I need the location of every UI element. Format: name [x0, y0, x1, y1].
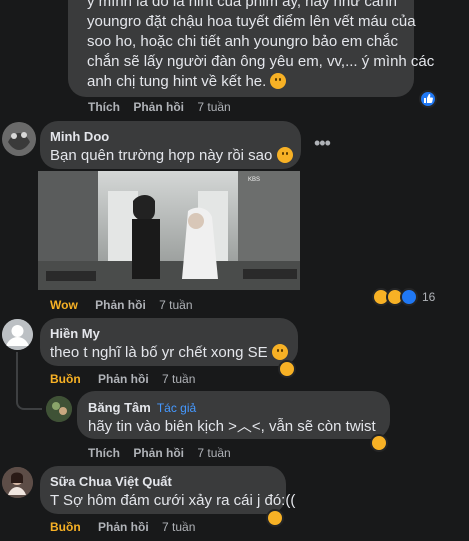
comment-text: hãy tin vào biên kịch >︿<, vẫn sẽ còn tw… [88, 418, 376, 435]
timestamp: 7 tuần [159, 298, 193, 312]
comment-top-meta: Thích Phản hồi 7 tuần [88, 100, 231, 114]
comment-text: Bạn quên trường hợp này rồi sao [50, 146, 293, 166]
reaction-count: 16 [422, 290, 436, 304]
media-watermark: KBS [247, 177, 260, 183]
sad-emoji-icon [276, 147, 293, 163]
timestamp: 7 tuần [197, 446, 231, 460]
like-button[interactable]: Thích [88, 100, 120, 114]
reply-button[interactable]: Phản hồi [98, 372, 149, 386]
comment-top-line-3: soo ho, hoặc chi tiết anh youngro bảo em… [87, 33, 399, 50]
comment-text: theo t nghĩ là bố yr chết xong SE [50, 343, 288, 363]
reply-button[interactable]: Phản hồi [133, 100, 184, 114]
comment-text: T Sợ hôm đám cưới xảy ra cái j đó:(( [50, 492, 296, 509]
avatar[interactable] [46, 396, 72, 422]
sad-emoji-icon [271, 344, 288, 360]
thread-line [16, 352, 18, 402]
comment-top-line-5: anh chị tung hint về kết he. [87, 72, 287, 92]
reply-button[interactable]: Phản hồi [95, 298, 146, 312]
comment-top-line-2: youngro đặt chậu hoa tuyết điểm lên vết … [87, 13, 416, 30]
comment-meta: Buồn Phản hồi 7 tuần [50, 372, 195, 386]
avatar[interactable] [2, 319, 33, 350]
avatar[interactable] [2, 467, 33, 498]
thread-line-branch [16, 400, 42, 410]
like-icon [400, 288, 418, 306]
author-badge: Tác giả [156, 401, 197, 415]
wow-reaction-button[interactable]: Wow [50, 298, 78, 312]
comment-media-image[interactable]: KBS [38, 171, 300, 290]
like-icon[interactable] [419, 90, 437, 108]
reaction-summary[interactable]: 16 [372, 288, 444, 306]
comment-top-line-4: chắn sẽ lấy người đàn ông yêu em, vv,...… [87, 53, 435, 70]
sad-emoji-icon[interactable] [266, 509, 284, 527]
timestamp: 7 tuần [162, 372, 196, 386]
author-name[interactable]: Băng Tâm Tác giả [88, 400, 196, 415]
reply-button[interactable]: Phản hồi [98, 520, 149, 534]
reply-button[interactable]: Phản hồi [133, 446, 184, 460]
avatar[interactable] [2, 122, 36, 156]
more-options-icon[interactable]: ••• [314, 134, 331, 154]
timestamp: 7 tuần [162, 520, 196, 534]
comment-meta: Thích Phản hồi 7 tuần [88, 446, 231, 460]
timestamp: 7 tuần [197, 100, 231, 114]
sad-reaction-button[interactable]: Buồn [50, 372, 81, 386]
author-name[interactable]: Hiền My [50, 326, 100, 341]
sad-emoji-icon[interactable] [370, 434, 388, 452]
comment-meta: Buồn Phản hồi 7 tuần [50, 520, 195, 534]
like-button[interactable]: Thích [88, 446, 120, 460]
sad-emoji-icon[interactable] [278, 360, 296, 378]
laugh-emoji-icon [270, 73, 287, 89]
author-name[interactable]: Minh Doo [50, 129, 109, 144]
comment-top-line-1: ý mình là đó là hint của phim ấy, hay nh… [87, 0, 397, 10]
author-name[interactable]: Sữa Chua Việt Quất [50, 474, 172, 489]
sad-reaction-button[interactable]: Buồn [50, 520, 81, 534]
comment-meta: Wow Phản hồi 7 tuần [50, 298, 193, 312]
